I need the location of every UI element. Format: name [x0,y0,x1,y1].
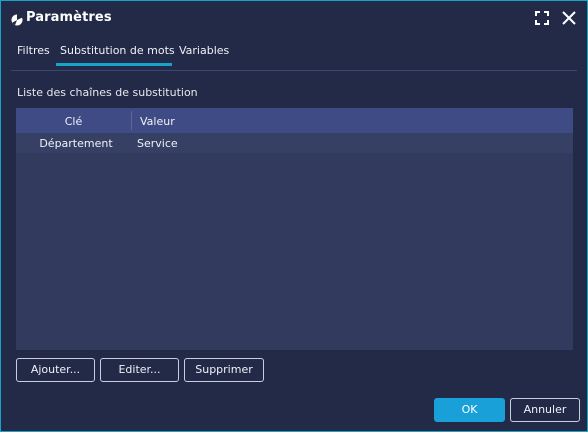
edit-button[interactable]: Editer... [100,358,179,382]
tabs-divider [11,70,577,71]
add-button[interactable]: Ajouter... [16,358,95,382]
column-header-key[interactable]: Clé [16,115,131,128]
active-tab-indicator [56,63,172,66]
column-header-value[interactable]: Valeur [140,115,175,128]
dialog-title: Paramètres [26,10,112,25]
tab-variables[interactable]: Variables [179,44,229,57]
title-bar[interactable]: Paramètres [1,1,587,35]
app-logo-icon [11,11,23,26]
tab-filtres[interactable]: Filtres [17,44,50,57]
ok-button[interactable]: OK [434,398,505,422]
maximize-icon[interactable] [534,10,550,26]
cancel-button[interactable]: Annuler [510,398,580,422]
row-key-cell: Département [39,137,113,150]
table-row[interactable]: Département Service [16,133,573,153]
tab-substitution-de-mots[interactable]: Substitution de mots [60,44,175,57]
delete-button[interactable]: Supprimer [184,358,264,382]
table-header: Clé Valeur [16,108,573,133]
close-icon[interactable] [560,9,578,27]
row-value-cell: Service [137,137,178,150]
settings-dialog: Paramètres Filtres Substitution de mots … [0,0,588,432]
substitution-table[interactable]: Clé Valeur Département Service [16,108,573,350]
column-divider[interactable] [131,111,132,130]
substitution-list-label: Liste des chaînes de substitution [17,86,198,99]
